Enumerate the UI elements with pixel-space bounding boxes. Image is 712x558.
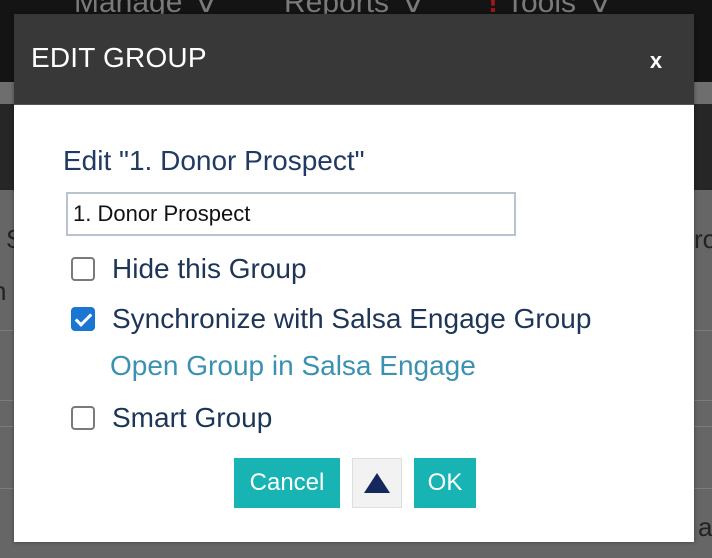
dialog-header: EDIT GROUP x <box>14 14 694 105</box>
open-in-engage-link[interactable]: Open Group in Salsa Engage <box>110 350 476 382</box>
hide-group-checkbox[interactable] <box>71 257 95 281</box>
background-text: ro <box>694 224 712 254</box>
hide-group-label: Hide this Group <box>112 253 307 284</box>
sync-engage-label: Synchronize with Salsa Engage Group <box>112 303 592 334</box>
close-button[interactable]: x <box>646 48 666 74</box>
ok-button[interactable]: OK <box>414 458 476 508</box>
triangle-up-icon <box>364 473 390 493</box>
background-text: a <box>698 512 712 542</box>
smart-group-checkbox[interactable] <box>71 406 95 430</box>
sync-engage-option[interactable]: Synchronize with Salsa Engage Group <box>71 302 591 336</box>
edit-heading: Edit "1. Donor Prospect" <box>63 145 365 176</box>
smart-group-label: Smart Group <box>112 402 273 433</box>
smart-group-option[interactable]: Smart Group <box>71 401 272 435</box>
group-name-input[interactable] <box>66 192 516 236</box>
sync-engage-checkbox[interactable] <box>71 307 95 331</box>
cancel-button[interactable]: Cancel <box>234 458 340 508</box>
dialog-title: EDIT GROUP <box>31 42 207 73</box>
move-up-button[interactable] <box>352 458 402 508</box>
hide-group-option[interactable]: Hide this Group <box>71 252 307 286</box>
edit-group-dialog: EDIT GROUP x Edit "1. Donor Prospect" Hi… <box>14 14 694 542</box>
